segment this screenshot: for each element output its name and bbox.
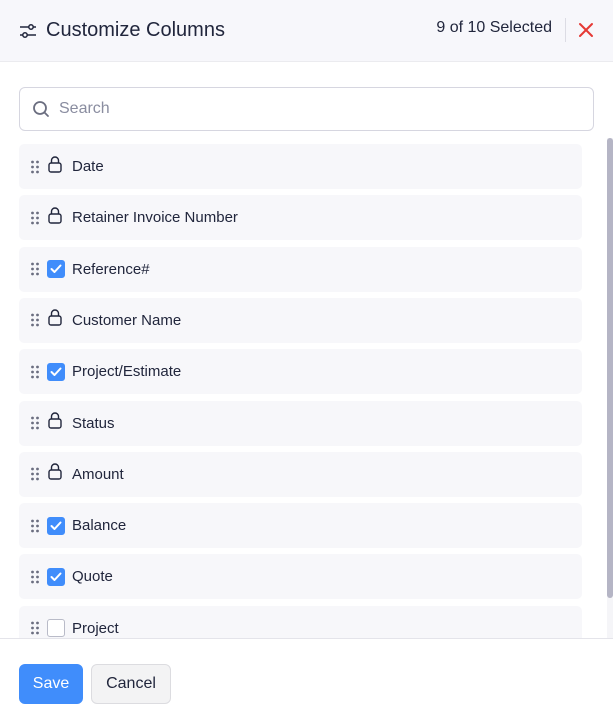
column-label: Retainer Invoice Number — [72, 209, 238, 227]
column-label: Balance — [72, 517, 127, 535]
column-row[interactable]: Retainer Invoice Number — [19, 195, 582, 241]
drag-handle-icon[interactable] — [30, 467, 40, 481]
selection-count: 9 of 10 Selected — [436, 19, 552, 36]
scrollbar[interactable] — [607, 138, 613, 638]
column-row[interactable]: Amount — [19, 451, 582, 497]
column-row[interactable]: Date — [19, 144, 582, 189]
checkbox-checked[interactable] — [47, 362, 65, 381]
lock-icon — [47, 462, 63, 480]
drag-handle-icon[interactable] — [30, 365, 40, 379]
column-row[interactable]: Project — [19, 605, 582, 638]
drag-handle-icon[interactable] — [30, 519, 40, 533]
column-label: Date — [72, 158, 104, 175]
search-icon — [32, 100, 50, 118]
search-box — [19, 87, 594, 131]
column-list: Date Retainer Invoice Number Reference# Cus… — [0, 138, 613, 638]
search-input[interactable] — [59, 100, 559, 118]
drag-handle-icon[interactable] — [30, 160, 40, 174]
lock-icon — [47, 411, 63, 429]
column-row[interactable]: Reference# — [19, 246, 582, 292]
save-button[interactable]: Save — [19, 664, 83, 704]
sliders-icon — [18, 21, 38, 41]
column-label: Reference# — [72, 260, 150, 278]
scrollbar-thumb[interactable] — [607, 138, 613, 598]
column-label: Customer Name — [72, 311, 182, 329]
drag-handle-icon[interactable] — [30, 211, 40, 225]
drag-handle-icon[interactable] — [30, 570, 40, 584]
column-row[interactable]: Quote — [19, 554, 582, 600]
dialog-footer: Save Cancel — [0, 638, 613, 725]
column-row[interactable]: Balance — [19, 503, 582, 549]
lock-icon — [47, 308, 63, 327]
lock-icon — [47, 155, 63, 173]
checkbox-unchecked[interactable] — [47, 619, 65, 638]
checkbox-checked[interactable] — [47, 516, 65, 535]
column-label: Status — [72, 414, 115, 432]
column-label: Project/Estimate — [72, 363, 182, 381]
column-row[interactable]: Customer Name — [19, 297, 582, 343]
column-label: Quote — [72, 568, 113, 586]
checkbox-checked[interactable] — [47, 260, 65, 279]
drag-handle-icon[interactable] — [30, 262, 40, 276]
column-row[interactable]: Status — [19, 400, 582, 446]
dialog-header: Customize Columns 9 of 10 Selected — [0, 0, 613, 62]
column-label: Amount — [72, 465, 124, 483]
cancel-button[interactable]: Cancel — [91, 664, 171, 704]
drag-handle-icon[interactable] — [30, 621, 40, 635]
checkbox-checked[interactable] — [47, 567, 65, 586]
dialog-title: Customize Columns — [46, 19, 225, 41]
column-row[interactable]: Project/Estimate — [19, 349, 582, 395]
drag-handle-icon[interactable] — [30, 313, 40, 327]
column-label: Project — [72, 619, 119, 637]
lock-icon — [47, 206, 63, 224]
close-icon[interactable] — [577, 21, 595, 39]
drag-handle-icon[interactable] — [30, 416, 40, 430]
header-divider — [565, 18, 566, 42]
